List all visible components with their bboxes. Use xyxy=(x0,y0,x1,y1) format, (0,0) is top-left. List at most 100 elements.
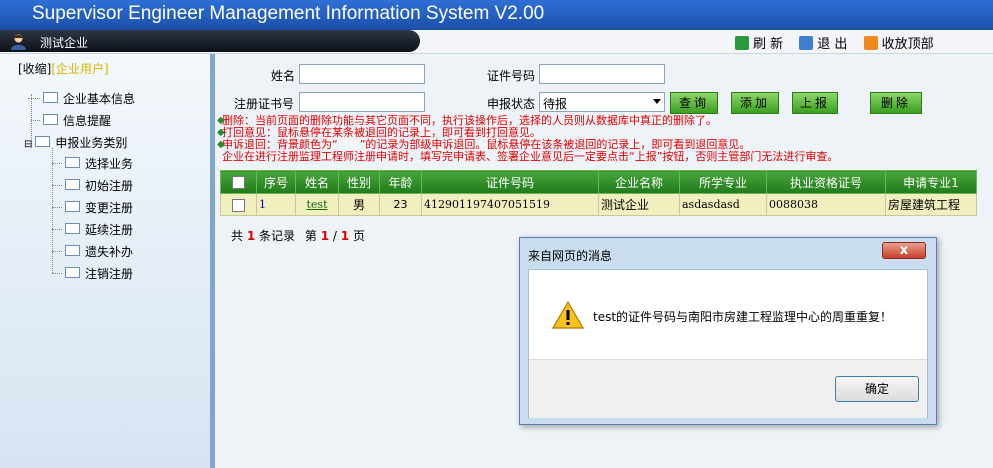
sidebar-item-select-business[interactable]: 选择业务 xyxy=(65,155,133,172)
name-input[interactable] xyxy=(299,64,425,84)
sidebar-item-reminder[interactable]: 信息提醒 xyxy=(43,112,111,129)
refresh-link[interactable]: 刷 新 xyxy=(735,36,784,52)
enterprise-user-label: [企业用户] xyxy=(51,62,109,76)
user-avatar-icon xyxy=(11,34,26,50)
sidebar-item-initial-registration[interactable]: 初始注册 xyxy=(65,177,133,194)
table-row[interactable]: 1 test 男 23 412901197407051519 测试企业 asda… xyxy=(220,193,977,216)
sidebar-item-label: 初始注册 xyxy=(85,179,134,193)
tree-line xyxy=(52,163,62,164)
id-number-cell: 412901197407051519 xyxy=(421,193,599,216)
column-header[interactable]: 所学专业 xyxy=(679,170,767,194)
row-checkbox[interactable] xyxy=(232,198,245,212)
sidebar-item-label: 选择业务 xyxy=(85,157,134,171)
data-table: 序号 姓名 性别 年龄 证件号码 企业名称 所学专业 执业资格证号 申请专业1 … xyxy=(220,170,977,216)
add-button[interactable]: 添加 xyxy=(731,92,779,114)
tree-line xyxy=(31,120,40,121)
sidebar-item-label: 延续注册 xyxy=(85,223,134,237)
sidebar-item-label: 遗失补办 xyxy=(85,245,134,259)
tree-line xyxy=(52,229,62,230)
tree-line xyxy=(28,98,40,99)
collapse-top-icon xyxy=(863,36,878,50)
refresh-label: 刷 新 xyxy=(753,37,784,52)
alert-dialog: 来自网页的消息 x test的证件号码与南阳市房建工程监理中心的周重重复！ 确定 xyxy=(519,237,937,425)
delete-button[interactable]: 删除 xyxy=(870,92,922,114)
notice-submit-reminder: 企业在进行注册监理工程师注册申请时，填写完申请表、签署企业意见后一定要点击“上报… xyxy=(222,150,839,163)
page-icon xyxy=(65,245,80,256)
column-header[interactable]: 姓名 xyxy=(295,170,339,194)
id-number-label: 证件号码 xyxy=(487,69,536,83)
column-header[interactable]: 性别 xyxy=(338,170,380,194)
sidebar-header: [收缩][企业用户] xyxy=(18,60,109,77)
collapse-top-label: 收放顶部 xyxy=(881,37,934,52)
pager: 共 1 条记录 第 1 / 1 页 xyxy=(231,229,365,243)
status-select-value: 待报 xyxy=(543,97,568,111)
home-icon xyxy=(799,36,814,50)
tree-line xyxy=(52,148,53,273)
close-button[interactable]: x xyxy=(882,242,926,259)
age-cell: 23 xyxy=(379,193,422,216)
sidebar-item-renewal-registration[interactable]: 延续注册 xyxy=(65,221,133,238)
dialog-message: test的证件号码与南阳市房建工程监理中心的周重重复！ xyxy=(593,310,893,324)
refresh-icon xyxy=(735,36,749,50)
submit-button[interactable]: 上报 xyxy=(792,92,838,114)
cert-number-input[interactable] xyxy=(299,92,425,112)
sidebar-item-cancel-registration[interactable]: 注销注册 xyxy=(65,265,133,282)
column-header[interactable]: 申请专业1 xyxy=(885,170,977,194)
seq-cell: 1 xyxy=(256,193,296,216)
sidebar-item-lost-reissue[interactable]: 遗失补办 xyxy=(65,243,133,260)
tree-line xyxy=(52,207,62,208)
status-select[interactable]: 待报 xyxy=(539,92,665,112)
sidebar-item-label: 信息提醒 xyxy=(63,114,112,128)
page-icon xyxy=(65,223,80,234)
name-link[interactable]: test xyxy=(295,193,339,216)
status-label: 申报状态 xyxy=(487,97,536,111)
column-header[interactable]: 年龄 xyxy=(379,170,422,194)
column-header[interactable]: 执业资格证号 xyxy=(766,170,886,194)
id-number-input[interactable] xyxy=(539,64,665,84)
title-bar: Supervisor Engineer Management Informati… xyxy=(0,0,993,30)
ok-button[interactable]: 确定 xyxy=(835,376,919,402)
collapse-link[interactable]: [收缩] xyxy=(18,62,51,76)
sidebar-item-label: 申报业务类别 xyxy=(55,136,128,150)
company-cell: 测试企业 xyxy=(598,193,680,216)
select-all-checkbox[interactable] xyxy=(232,176,245,189)
chevron-down-icon xyxy=(653,99,661,104)
page-icon xyxy=(65,179,80,190)
major-cell: asdasdasd xyxy=(679,193,767,216)
bullet-icon: ◆ xyxy=(217,139,225,150)
column-header[interactable]: 企业名称 xyxy=(598,170,680,194)
sidebar-item-label: 注销注册 xyxy=(85,267,134,281)
user-name: 测试企业 xyxy=(40,36,89,50)
table-header-row: 序号 姓名 性别 年龄 证件号码 企业名称 所学专业 执业资格证号 申请专业1 xyxy=(220,170,977,194)
tree-line xyxy=(52,185,62,186)
logout-label: 退 出 xyxy=(817,37,848,52)
tree-line xyxy=(52,273,62,274)
page-icon xyxy=(43,92,58,103)
row-select-cell xyxy=(220,193,257,216)
top-links: 刷 新 退 出 收放顶部 xyxy=(735,33,946,52)
page-icon xyxy=(65,267,80,278)
cert-number-label: 注册证书号 xyxy=(234,97,295,111)
tree-expand-icon[interactable]: ⊟ xyxy=(24,139,32,150)
select-all-header xyxy=(220,170,257,194)
total-records: 1 xyxy=(246,229,256,243)
folder-icon xyxy=(35,136,51,147)
sidebar-item-business-category[interactable]: ⊟ 申报业务类别 xyxy=(24,134,127,151)
dialog-body: test的证件号码与南阳市房建工程监理中心的周重重复！ 确定 xyxy=(528,269,928,418)
tree-line xyxy=(52,251,62,252)
sidebar-item-enterprise-info[interactable]: 企业基本信息 xyxy=(43,90,135,107)
apply-major-cell: 房屋建筑工程 xyxy=(885,193,977,216)
dialog-title: 来自网页的消息 xyxy=(528,249,613,263)
logout-link[interactable]: 退 出 xyxy=(799,36,848,52)
collapse-top-link[interactable]: 收放顶部 xyxy=(863,36,934,52)
sidebar: [收缩][企业用户] 企业基本信息 信息提醒 ⊟ 申报业务类别 选择业务 初始注册… xyxy=(0,54,210,468)
sidebar-item-label: 企业基本信息 xyxy=(63,92,136,106)
column-header[interactable]: 序号 xyxy=(256,170,296,194)
app-title: Supervisor Engineer Management Informati… xyxy=(32,3,545,24)
column-header[interactable]: 证件号码 xyxy=(421,170,599,194)
bullet-icon: ◆ xyxy=(217,127,225,138)
query-button[interactable]: 查询 xyxy=(670,92,718,114)
total-pages: 1 xyxy=(340,229,350,243)
cert-number-cell: 0088038 xyxy=(766,193,886,216)
sidebar-item-change-registration[interactable]: 变更注册 xyxy=(65,199,133,216)
